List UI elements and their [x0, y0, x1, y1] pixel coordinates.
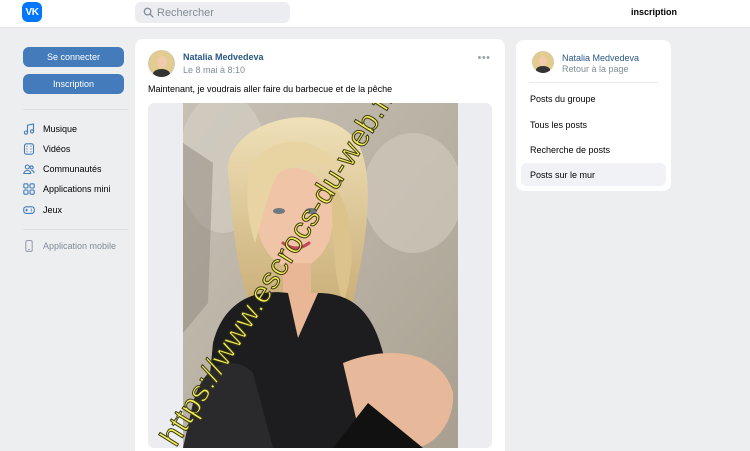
music-icon	[23, 123, 35, 135]
sidebar-item-music[interactable]: Musique	[23, 121, 77, 137]
vk-logo[interactable]: VK	[22, 2, 42, 22]
sidebar-item-label: Application mobile	[43, 241, 117, 251]
search-input[interactable]	[157, 2, 287, 23]
login-button[interactable]: Se connecter	[23, 47, 124, 67]
gamepad-icon	[23, 206, 35, 214]
search-box[interactable]	[135, 2, 290, 23]
sidebar-item-label: Musique	[43, 124, 78, 134]
panel-link-search-posts[interactable]: Recherche de posts	[521, 138, 666, 161]
communities-icon	[23, 164, 35, 175]
phone-icon	[25, 240, 33, 252]
sidebar-item-games[interactable]: Jeux	[23, 202, 62, 218]
sidebar-item-videos[interactable]: Vidéos	[23, 141, 70, 157]
svg-text:https://www.escrocs-du-web.fr: https://www.escrocs-du-web.fr	[154, 103, 402, 448]
sidebar-item-mini-apps[interactable]: Applications mini	[23, 181, 111, 197]
post-card: Natalia Medvedeva Le 8 mai à 8:10 ••• Ma…	[135, 39, 505, 451]
post-text: Maintenant, je voudrais aller faire du b…	[148, 84, 393, 94]
mini-apps-icon	[23, 183, 35, 195]
post-author-name[interactable]: Natalia Medvedeva	[183, 52, 264, 62]
video-icon	[23, 143, 35, 155]
sidebar-item-label: Jeux	[43, 205, 63, 215]
post-date[interactable]: Le 8 mai à 8:10	[183, 65, 245, 75]
signup-button[interactable]: Inscription	[23, 74, 124, 94]
sidebar-item-mobile-app[interactable]: Application mobile	[23, 238, 116, 254]
panel-avatar[interactable]	[532, 51, 554, 73]
panel-divider	[529, 82, 658, 83]
panel-link-group-posts[interactable]: Posts du groupe	[521, 87, 666, 110]
sidebar-item-label: Vidéos	[43, 144, 71, 154]
sidebar-divider	[23, 229, 128, 230]
more-options-icon[interactable]: •••	[477, 53, 491, 67]
panel-link-all-posts[interactable]: Tous les posts	[521, 113, 666, 136]
watermark-text: https://www.escrocs-du-web.fr	[153, 103, 402, 448]
signup-link[interactable]: inscription	[631, 7, 677, 17]
top-bar: VK inscription	[0, 0, 750, 28]
sidebar-item-label: Applications mini	[43, 184, 111, 194]
panel-author-name[interactable]: Natalia Medvedeva	[562, 53, 639, 63]
author-avatar[interactable]	[148, 50, 175, 77]
search-icon	[143, 7, 154, 18]
sidebar-item-communities[interactable]: Communautés	[23, 161, 102, 177]
sidebar-divider	[23, 109, 128, 110]
sidebar-item-label: Communautés	[43, 164, 102, 174]
author-panel: Natalia Medvedeva Retour à la page Posts…	[516, 40, 671, 191]
panel-link-wall-posts[interactable]: Posts sur le mur	[521, 163, 666, 186]
back-to-page-link[interactable]: Retour à la page	[562, 64, 629, 74]
post-photo[interactable]: https://www.escrocs-du-web.fr	[148, 103, 492, 448]
